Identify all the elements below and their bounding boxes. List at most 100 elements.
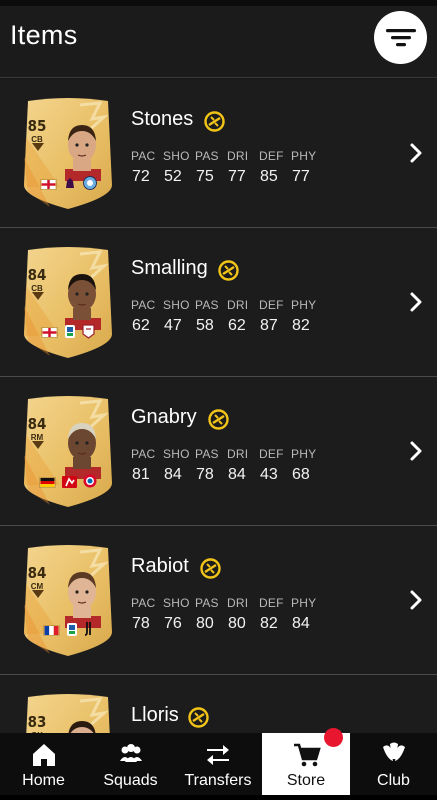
- chevron-right-icon[interactable]: [409, 142, 423, 164]
- stat-value: 43: [260, 466, 278, 483]
- stats-grid: PAC SHO PAS DRI DEF PHY 78 76 80 80 82 84: [131, 596, 323, 633]
- serie-a-badge: [66, 622, 78, 642]
- stat-value: 47: [164, 317, 182, 334]
- player-name: Rabiot: [131, 555, 189, 577]
- stat-value: 58: [196, 317, 214, 334]
- stat-value: 78: [132, 615, 150, 632]
- stat-label: SHO: [163, 149, 190, 163]
- nav-club[interactable]: Club: [350, 733, 437, 795]
- stat-value: 78: [196, 466, 214, 483]
- england-badge: [39, 177, 57, 195]
- card-rating: 84: [27, 415, 47, 433]
- player-row[interactable]: 85 CB Stones PAC SHO PAS DRI DEF PHY 72 52 75 77 8…: [0, 79, 437, 228]
- stat-label: PAS: [195, 298, 219, 312]
- player-card[interactable]: 85 CB: [20, 97, 116, 211]
- stat-label: PAS: [195, 596, 219, 610]
- stat-label: PAC: [131, 298, 156, 312]
- filter-icon: [385, 28, 416, 46]
- stat-value: 82: [292, 317, 310, 334]
- chevron-right-icon[interactable]: [409, 440, 423, 462]
- stat-label: PHY: [291, 596, 317, 610]
- serie-a-badge: [64, 324, 76, 344]
- player-name: Gnabry: [131, 406, 197, 428]
- player-card[interactable]: 84 CB: [20, 246, 116, 360]
- stat-label: PHY: [291, 149, 317, 163]
- evolution-icon: [204, 111, 225, 132]
- stat-value: 85: [260, 168, 278, 185]
- stat-value: 52: [164, 168, 182, 185]
- roma-badge: [82, 324, 95, 344]
- card-rating: 84: [27, 564, 47, 582]
- stat-label: PAC: [131, 447, 156, 461]
- stat-label: DRI: [227, 298, 249, 312]
- stat-label: PAS: [195, 149, 219, 163]
- card-rating: 83: [27, 713, 47, 731]
- stat-label: PHY: [291, 298, 317, 312]
- card-position: CM: [30, 582, 44, 591]
- stats-grid: PAC SHO PAS DRI DEF PHY 62 47 58 62 87 82: [131, 298, 323, 335]
- evolution-icon: [188, 707, 209, 728]
- card-badges: [36, 474, 100, 493]
- card-position: CB: [31, 135, 43, 144]
- stat-value: 76: [164, 615, 182, 632]
- nav-home[interactable]: Home: [0, 733, 87, 795]
- nav-label: Club: [377, 772, 410, 789]
- player-row[interactable]: 84 CB Smalling PAC SHO PAS DRI DEF PHY 62 47 58 6…: [0, 228, 437, 377]
- card-badges: [36, 621, 100, 642]
- france-badge: [42, 623, 60, 641]
- nav-label: Home: [22, 772, 65, 789]
- stat-label: PAC: [131, 149, 156, 163]
- stat-label: PAS: [195, 447, 219, 461]
- player-card[interactable]: 84 CM: [20, 544, 116, 658]
- chevron-right-icon[interactable]: [409, 291, 423, 313]
- filter-button[interactable]: [374, 11, 427, 64]
- system-bar: [0, 795, 437, 800]
- stat-label: DRI: [227, 149, 249, 163]
- stat-label: SHO: [163, 447, 190, 461]
- nav-label: Store: [286, 772, 326, 789]
- bundesliga-badge: [62, 475, 77, 493]
- stat-label: PAC: [131, 596, 156, 610]
- cart-icon: [294, 743, 321, 767]
- squads-icon: [119, 744, 142, 762]
- home-icon: [32, 744, 55, 766]
- items-list[interactable]: 85 CB Stones PAC SHO PAS DRI DEF PHY 72 52 75 77 8…: [0, 79, 437, 733]
- stat-value: 82: [260, 615, 278, 632]
- card-rating: 85: [27, 117, 47, 135]
- player-card[interactable]: 83 GK: [20, 693, 116, 733]
- card-badges: [36, 324, 100, 344]
- stat-value: 87: [260, 317, 278, 334]
- stat-value: 68: [292, 466, 310, 483]
- card-position: RM: [30, 433, 44, 442]
- card-position: CB: [31, 284, 43, 293]
- stat-value: 80: [196, 615, 214, 632]
- player-row[interactable]: 84 RM Gnabry PAC SHO PAS DRI DEF PHY 81 84 78 84 4…: [0, 377, 437, 526]
- man-city-badge: [82, 176, 97, 195]
- player-row[interactable]: 83 GK Lloris PACSHOPASDRIDEFPHY: [0, 675, 437, 733]
- player-row[interactable]: 84 CM Rabiot PAC SHO PAS DRI DEF PHY 78 76 80 80 8…: [0, 526, 437, 675]
- germany-badge: [39, 475, 56, 493]
- evolution-icon: [200, 558, 221, 579]
- stat-label: PHY: [291, 447, 317, 461]
- page-title: Items: [10, 20, 78, 50]
- stat-label: SHO: [163, 298, 190, 312]
- stat-label: DRI: [227, 596, 249, 610]
- evolution-icon: [208, 409, 229, 430]
- stat-value: 62: [228, 317, 246, 334]
- header: Items: [0, 6, 437, 78]
- stat-value: 81: [132, 466, 150, 483]
- stat-value: 77: [228, 168, 246, 185]
- stat-value: 84: [228, 466, 246, 483]
- stat-label: DRI: [227, 447, 249, 461]
- stat-label: SHO: [163, 596, 190, 610]
- england-badge: [41, 325, 58, 343]
- nav-squads[interactable]: Squads: [87, 733, 174, 795]
- juventus-badge: [84, 621, 94, 642]
- notification-dot: [324, 728, 343, 747]
- nav-transfers[interactable]: Transfers: [174, 733, 262, 795]
- chevron-right-icon[interactable]: [409, 589, 423, 611]
- club-icon: [382, 742, 405, 761]
- stat-label: DEF: [259, 298, 284, 312]
- player-card[interactable]: 84 RM: [20, 395, 116, 509]
- card-rating: 84: [27, 266, 47, 284]
